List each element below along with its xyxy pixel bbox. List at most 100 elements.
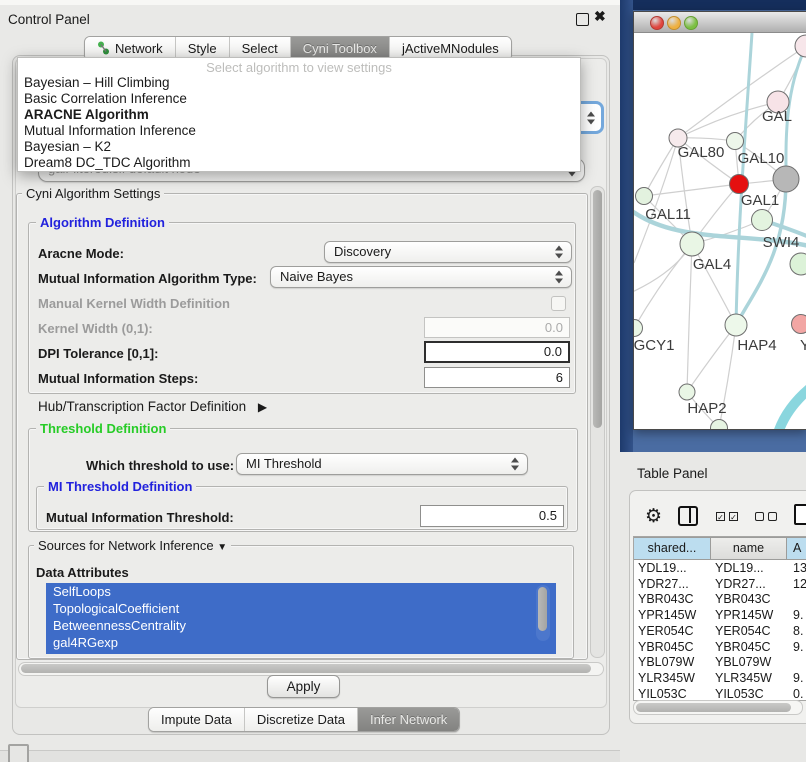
network-edge	[644, 138, 678, 196]
tab-impute-data[interactable]: Impute Data	[149, 708, 244, 731]
apply-button[interactable]: Apply	[267, 675, 340, 698]
hub-definition-label: Hub/Transcription Factor Definition	[38, 399, 246, 414]
table-row[interactable]: YBR045C YBR045C 9.	[634, 640, 806, 656]
hub-definition-toggle[interactable]: Hub/Transcription Factor Definition ▶	[38, 399, 267, 414]
table-cell[interactable]: YPR145W	[715, 608, 785, 624]
network-edge	[778, 385, 806, 429]
manual-kernel-width-checkbox[interactable]	[551, 296, 566, 311]
algorithm-option[interactable]: Dream8 DC_TDC Algorithm	[18, 155, 580, 171]
kernel-width-field[interactable]: 0.0	[424, 317, 570, 338]
network-node[interactable]	[773, 166, 799, 192]
column-header-next[interactable]: A	[787, 537, 806, 560]
table-cell[interactable]: YBR045C	[638, 640, 708, 656]
table-hscrollbar-thumb[interactable]	[636, 703, 791, 712]
table-row[interactable]: YDR27... YDR27... 12	[634, 577, 806, 593]
settings-hscrollbar[interactable]	[18, 662, 604, 676]
combobox-stepper-icon	[555, 246, 564, 259]
traffic-light-zoom[interactable]	[684, 16, 698, 30]
table-cell[interactable]: 9.	[793, 671, 806, 687]
table-cell[interactable]: YDR27...	[715, 577, 785, 593]
traffic-light-close[interactable]	[650, 16, 664, 30]
table-row[interactable]: YER054C YER054C 8.	[634, 624, 806, 640]
attributes-scrollbar-thumb[interactable]	[538, 587, 547, 631]
collapsed-panel-icon[interactable]	[8, 744, 29, 762]
aracne-mode-combobox[interactable]: Discovery	[324, 241, 572, 263]
table-cell[interactable]: YBL079W	[638, 655, 708, 671]
algorithm-option[interactable]: Basic Correlation Inference	[18, 91, 580, 107]
table-cell[interactable]: YBR045C	[715, 640, 785, 656]
network-node-gal10[interactable]	[727, 133, 744, 150]
tab-discretize-data[interactable]: Discretize Data	[244, 708, 357, 731]
table-row[interactable]: YIL053C YIL053C 0.	[634, 687, 806, 700]
algorithm-option[interactable]: Mutual Information Inference	[18, 123, 580, 139]
chevron-right-icon: ▶	[258, 400, 267, 414]
table-cell[interactable]: 12	[793, 577, 806, 593]
float-window-icon[interactable]	[576, 13, 589, 26]
network-node[interactable]	[790, 253, 806, 275]
node-table: shared... name A YDL19...YDL19...13YDR27…	[633, 536, 806, 701]
table-cell[interactable]: YIL053C	[638, 687, 708, 700]
columns-icon[interactable]	[678, 506, 698, 526]
table-cell[interactable]: YBL079W	[715, 655, 785, 671]
column-header-name[interactable]: name	[711, 537, 787, 560]
mi-algorithm-type-value: Naive Bayes	[280, 269, 353, 284]
network-node-hap2[interactable]	[679, 384, 695, 400]
table-cell[interactable]: 8.	[793, 624, 806, 640]
mi-threshold-field[interactable]: 0.5	[420, 505, 564, 527]
table-cell[interactable]: 9.	[793, 640, 806, 656]
mi-algorithm-type-combobox[interactable]: Naive Bayes	[270, 266, 572, 288]
traffic-light-minimize[interactable]	[667, 16, 681, 30]
attributes-scrollbar[interactable]	[536, 585, 550, 641]
network-node-gal4[interactable]	[680, 232, 704, 256]
network-node-gcy1[interactable]	[634, 320, 643, 337]
table-row[interactable]: YLR345W YLR345W 9.	[634, 671, 806, 687]
algorithm-option[interactable]: Bayesian – Hill Climbing	[18, 75, 580, 91]
network-node[interactable]	[795, 35, 806, 57]
table-cell[interactable]: YIL053C	[715, 687, 785, 700]
sources-group-title[interactable]: Sources for Network Inference ▼	[34, 539, 231, 554]
gear-icon[interactable]: ⚙	[645, 505, 662, 527]
document-icon[interactable]	[794, 504, 806, 525]
settings-vscrollbar-thumb[interactable]	[593, 190, 602, 428]
table-row[interactable]: YBL079W YBL079W	[634, 655, 806, 671]
attribute-item[interactable]: SelfLoops	[46, 583, 556, 600]
network-node[interactable]	[711, 420, 728, 430]
network-node-swi4[interactable]	[752, 210, 773, 231]
algorithm-option[interactable]: ARACNE Algorithm	[18, 107, 580, 123]
attribute-item[interactable]: TopologicalCoefficient	[46, 600, 556, 617]
table-cell[interactable]: YDL19...	[715, 561, 785, 577]
algorithm-option[interactable]: Bayesian – K2	[18, 139, 580, 155]
tab-label: Impute Data	[161, 712, 232, 727]
table-cell[interactable]: YDR27...	[638, 577, 708, 593]
table-cell[interactable]: YLR345W	[638, 671, 708, 687]
which-threshold-combobox[interactable]: MI Threshold	[236, 453, 528, 475]
table-hscrollbar[interactable]	[633, 700, 803, 715]
table-cell[interactable]: 9.	[793, 608, 806, 624]
table-cell[interactable]: 13	[793, 561, 806, 577]
tab-infer-network[interactable]: Infer Network	[357, 708, 459, 731]
table-cell[interactable]: YER054C	[638, 624, 708, 640]
close-icon[interactable]: ✖	[594, 8, 606, 25]
table-row[interactable]: YDL19... YDL19... 13	[634, 561, 806, 577]
column-header-shared-name[interactable]: shared...	[634, 537, 711, 560]
table-cell[interactable]: YLR345W	[715, 671, 785, 687]
table-cell[interactable]: YBR043C	[638, 592, 708, 608]
table-row[interactable]: YPR145W YPR145W 9.	[634, 608, 806, 624]
table-cell[interactable]: YPR145W	[638, 608, 708, 624]
table-row[interactable]: YBR043C YBR043C	[634, 592, 806, 608]
network-node-hap4[interactable]	[725, 314, 747, 336]
attribute-item[interactable]: gal4RGexp	[46, 634, 556, 651]
attribute-item[interactable]: BetweennessCentrality	[46, 617, 556, 634]
network-node-gal1[interactable]	[730, 175, 749, 194]
network-node-y[interactable]	[792, 315, 806, 334]
table-cell[interactable]: YBR043C	[715, 592, 785, 608]
table-cell[interactable]: YDL19...	[638, 561, 708, 577]
network-node-gal11[interactable]	[636, 188, 653, 205]
settings-hscrollbar-thumb[interactable]	[21, 664, 591, 673]
table-cell[interactable]: YER054C	[715, 624, 785, 640]
table-cell[interactable]: 0.	[793, 687, 806, 700]
mi-steps-field[interactable]: 6	[424, 367, 570, 388]
algorithm-popup-list: Bayesian – Hill ClimbingBasic Correlatio…	[18, 75, 580, 171]
dpi-tolerance-field[interactable]: 0.0	[424, 341, 570, 363]
settings-vscrollbar[interactable]	[590, 186, 605, 658]
